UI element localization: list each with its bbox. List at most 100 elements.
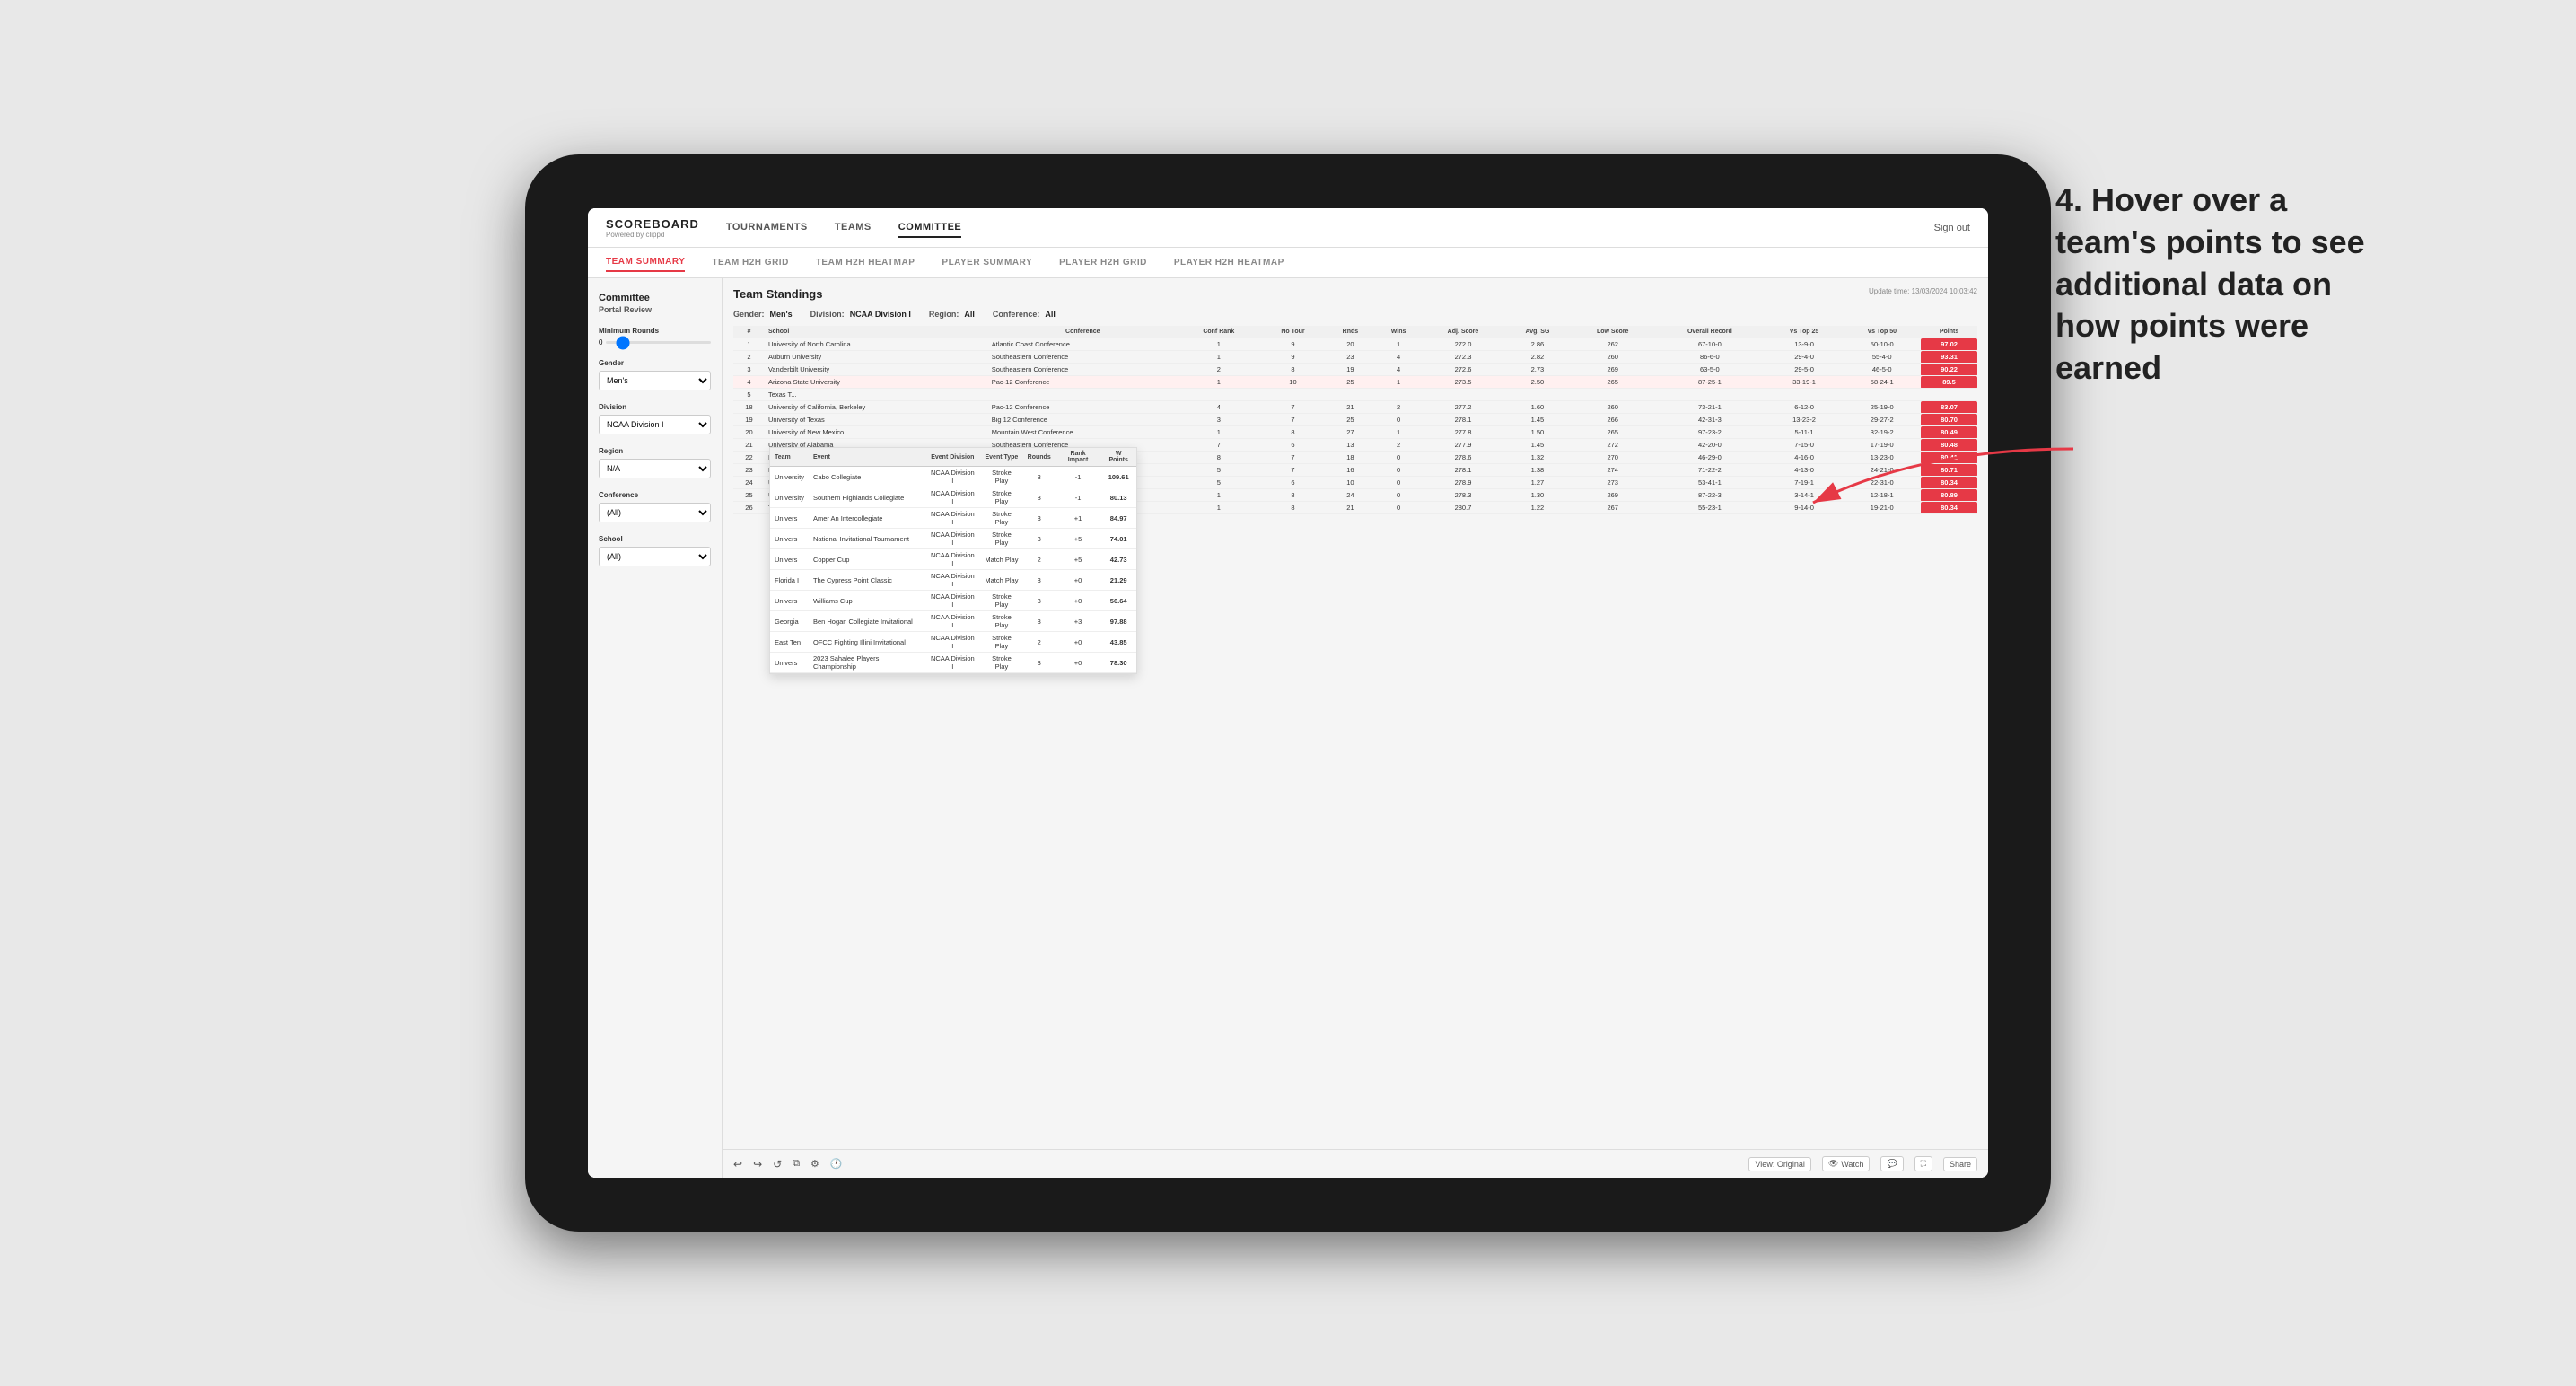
table-row[interactable]: 3Vanderbilt UniversitySoutheastern Confe… <box>733 364 1977 376</box>
nav-committee[interactable]: COMMITTEE <box>898 218 962 238</box>
division-filter: Division: NCAA Division I <box>810 310 911 319</box>
conference-select[interactable]: (All) <box>599 503 711 522</box>
standings-title-section: Team Standings <box>733 287 822 301</box>
toolbar-reset-icon[interactable]: ↺ <box>773 1158 782 1171</box>
col-conference: Conference <box>988 326 1178 338</box>
toolbar-settings-icon[interactable]: ⚙ <box>810 1158 819 1170</box>
filters-row: Gender: Men's Division: NCAA Division I … <box>733 310 1977 319</box>
school-select[interactable]: (All) <box>599 547 711 566</box>
main-content: Committee Portal Review Minimum Rounds 0… <box>588 278 1988 1178</box>
update-time-value: 13/03/2024 10:03:42 <box>1912 287 1977 295</box>
table-row[interactable]: 19University of TexasBig 12 Conference37… <box>733 414 1977 426</box>
region-filter-value: All <box>964 310 975 319</box>
conference-filter-label: Conference: <box>993 310 1040 319</box>
region-section: Region N/A <box>599 447 711 478</box>
conference-section: Conference (All) <box>599 491 711 522</box>
division-filter-value: NCAA Division I <box>850 310 911 319</box>
region-select[interactable]: N/A <box>599 459 711 478</box>
col-avg-sg: Avg. SG <box>1504 326 1572 338</box>
col-adj-score: Adj. Score <box>1422 326 1503 338</box>
gender-select[interactable]: Men's <box>599 371 711 390</box>
tab-team-h2h-grid[interactable]: TEAM H2H GRID <box>712 254 788 271</box>
tab-player-h2h-heatmap[interactable]: PLAYER H2H HEATMAP <box>1174 254 1284 271</box>
col-no-tour: No Tour <box>1260 326 1326 338</box>
share-button[interactable]: Share <box>1943 1157 1977 1171</box>
watch-button[interactable]: 👁 Watch <box>1822 1156 1871 1171</box>
school-label: School <box>599 535 711 543</box>
expand-button[interactable]: ⛶ <box>1914 1156 1932 1171</box>
nav-teams[interactable]: TEAMS <box>835 218 872 238</box>
logo-sub: Powered by clippd <box>606 231 699 239</box>
update-time-label: Update time: <box>1869 287 1909 295</box>
comment-button[interactable]: 💬 <box>1880 1156 1903 1171</box>
committee-info: Committee Portal Review <box>599 293 711 314</box>
region-filter: Region: All <box>929 310 975 319</box>
col-vs-top-25: Vs Top 25 <box>1766 326 1844 338</box>
tab-team-h2h-heatmap[interactable]: TEAM H2H HEATMAP <box>816 254 916 271</box>
sidebar: Committee Portal Review Minimum Rounds 0… <box>588 278 723 1178</box>
division-filter-label: Division: <box>810 310 845 319</box>
table-row[interactable]: 1University of North CarolinaAtlantic Co… <box>733 338 1977 351</box>
hover-table-row: UniversitySouthern Highlands CollegiateN… <box>770 487 1136 508</box>
tab-player-summary[interactable]: PLAYER SUMMARY <box>942 254 1032 271</box>
gender-label: Gender <box>599 359 711 367</box>
region-filter-label: Region: <box>929 310 959 319</box>
conference-filter-value: All <box>1045 310 1056 319</box>
hover-tooltip: Team Event Event Division Event Type Rou… <box>769 447 1137 674</box>
toolbar-undo-icon[interactable]: ↩ <box>733 1158 742 1171</box>
table-row[interactable]: 4Arizona State UniversityPac-12 Conferen… <box>733 376 1977 389</box>
hover-table-row: UniversCopper CupNCAA Division IMatch Pl… <box>770 549 1136 570</box>
sign-out-button[interactable]: Sign out <box>1934 223 1970 233</box>
col-conf-rank: Conf Rank <box>1178 326 1260 338</box>
col-school: School <box>765 326 988 338</box>
toolbar-clock-icon[interactable]: 🕐 <box>830 1158 843 1170</box>
col-rank: # <box>733 326 765 338</box>
col-rnds: Rnds <box>1326 326 1375 338</box>
tablet-shell: SCOREBOARD Powered by clippd TOURNAMENTS… <box>525 154 2051 1232</box>
col-low-score: Low Score <box>1571 326 1654 338</box>
col-wins: Wins <box>1375 326 1423 338</box>
nav-tournaments[interactable]: TOURNAMENTS <box>726 218 808 238</box>
hover-col-team: Team <box>770 448 809 467</box>
committee-title: Committee <box>599 293 711 303</box>
hover-table: Team Event Event Division Event Type Rou… <box>770 448 1136 673</box>
hover-table-row: UniversNational Invitational TournamentN… <box>770 529 1136 549</box>
view-original-button[interactable]: View: Original <box>1748 1157 1810 1171</box>
gender-filter-label: Gender: <box>733 310 765 319</box>
committee-subtitle: Portal Review <box>599 305 711 314</box>
annotation-container: 4. Hover over a team's points to see add… <box>2055 180 2396 390</box>
logo-title: SCOREBOARD <box>606 217 699 231</box>
hover-table-row: UniversityCabo CollegiateNCAA Division I… <box>770 467 1136 487</box>
gender-filter-value: Men's <box>770 310 793 319</box>
school-section: School (All) <box>599 535 711 566</box>
conference-filter: Conference: All <box>993 310 1056 319</box>
hover-table-row: Florida IThe Cypress Point ClassicNCAA D… <box>770 570 1136 591</box>
tab-player-h2h-grid[interactable]: PLAYER H2H GRID <box>1059 254 1147 271</box>
division-select[interactable]: NCAA Division I <box>599 415 711 434</box>
hover-col-rank: Rank Impact <box>1056 448 1101 467</box>
standings-title: Team Standings <box>733 287 822 301</box>
table-row[interactable]: 2Auburn UniversitySoutheastern Conferenc… <box>733 351 1977 364</box>
eye-icon: 👁 <box>1828 1159 1838 1169</box>
table-row[interactable]: 18University of California, BerkeleyPac-… <box>733 401 1977 414</box>
hover-col-division: Event Division <box>925 448 981 467</box>
annotation-text: 4. Hover over a team's points to see add… <box>2055 180 2396 390</box>
top-nav: SCOREBOARD Powered by clippd TOURNAMENTS… <box>588 208 1988 248</box>
table-row[interactable]: 5Texas T... <box>733 389 1977 401</box>
portal-content: Team Standings Update time: 13/03/2024 1… <box>723 278 1988 1149</box>
region-label: Region <box>599 447 711 455</box>
hover-col-points: W Points <box>1100 448 1136 467</box>
toolbar-redo-icon[interactable]: ↪ <box>753 1158 762 1171</box>
hover-col-event: Event <box>809 448 925 467</box>
division-label: Division <box>599 403 711 411</box>
min-rounds-label: Minimum Rounds <box>599 327 711 335</box>
sub-nav: TEAM SUMMARY TEAM H2H GRID TEAM H2H HEAT… <box>588 248 1988 278</box>
tab-team-summary[interactable]: TEAM SUMMARY <box>606 253 685 272</box>
division-section: Division NCAA Division I <box>599 403 711 434</box>
bottom-toolbar: ↩ ↪ ↺ ⧉ ⚙ 🕐 View: Original 👁 Watch 💬 ⛶ S… <box>723 1149 1988 1178</box>
min-rounds-slider[interactable] <box>606 341 711 344</box>
toolbar-copy-icon[interactable]: ⧉ <box>793 1158 800 1170</box>
tablet-screen: SCOREBOARD Powered by clippd TOURNAMENTS… <box>588 208 1988 1178</box>
hover-table-row: GeorgiaBen Hogan Collegiate Invitational… <box>770 611 1136 632</box>
logo: SCOREBOARD Powered by clippd <box>606 217 699 239</box>
